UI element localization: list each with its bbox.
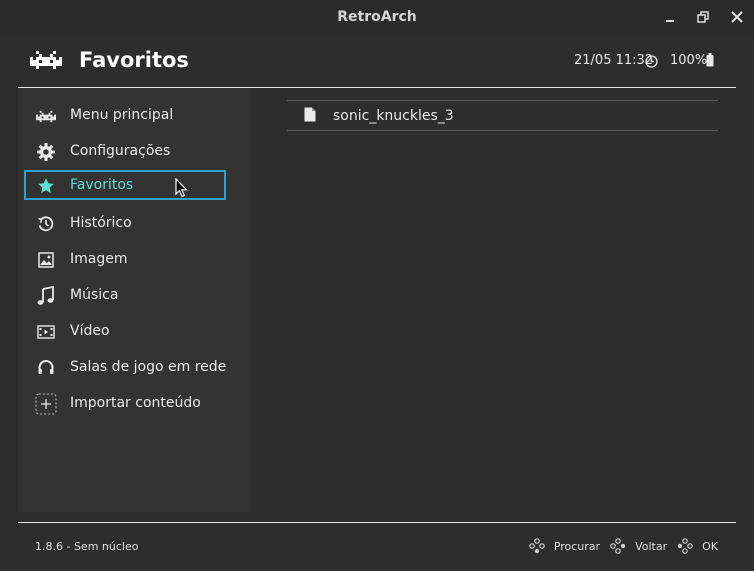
sidebar-item-label: Música (70, 287, 119, 303)
footer-actions: Procurar Voltar OK (519, 538, 718, 554)
window-title: RetroArch (337, 9, 417, 25)
version-text: 1.8.6 - Sem núcleo (35, 540, 139, 553)
window-titlebar: RetroArch (0, 0, 754, 35)
page-title: Favoritos (79, 48, 189, 72)
retroarch-app: Favoritos 21/05 11:32 100% Menu principa… (0, 35, 754, 571)
sidebar-item-label: Importar conteúdo (70, 395, 201, 411)
sidebar-item-favorites[interactable]: Favoritos (24, 170, 226, 200)
minimize-button[interactable] (661, 8, 679, 26)
list-divider (287, 130, 718, 131)
ok-action-label: OK (702, 539, 718, 553)
sidebar-item-label: Salas de jogo em rede (70, 359, 227, 375)
close-icon (731, 11, 743, 23)
restore-icon (697, 11, 709, 23)
file-icon (304, 107, 316, 126)
datetime-text: 21/05 11:32 (574, 53, 654, 68)
gear-icon (36, 142, 56, 162)
sidebar-item-history[interactable]: Histórico (24, 208, 226, 238)
back-action-label: Voltar (635, 539, 668, 553)
video-icon (36, 322, 56, 342)
sidebar-item-image[interactable]: Imagem (24, 244, 226, 274)
sidebar-item-import-content[interactable]: Importar conteúdo (24, 388, 226, 418)
clock-icon (645, 53, 658, 72)
sidebar-item-netplay[interactable]: Salas de jogo em rede (24, 352, 226, 382)
invader-icon (30, 51, 62, 73)
sidebar-item-main-menu[interactable]: Menu principal (24, 100, 226, 130)
mouse-cursor-icon (175, 177, 188, 202)
sidebar-item-music[interactable]: Música (24, 280, 226, 310)
sidebar-item-video[interactable]: Vídeo (24, 316, 226, 346)
invader-icon (36, 106, 56, 126)
search-action-button[interactable]: Procurar (529, 538, 600, 554)
sidebar-item-label: Menu principal (70, 107, 174, 123)
battery-icon (706, 52, 714, 71)
battery-text: 100% (670, 53, 708, 68)
netplay-icon (36, 358, 56, 378)
sidebar-item-label: Histórico (70, 215, 132, 231)
gamepad-dpad-icon (610, 538, 626, 554)
gamepad-dpad-icon (529, 538, 545, 554)
sidebar: Menu principal Configurações Favoritos H… (18, 88, 251, 512)
music-icon (36, 286, 56, 306)
sidebar-item-label: Configurações (70, 143, 171, 159)
add-icon (34, 392, 58, 416)
header: Favoritos 21/05 11:32 100% (0, 35, 754, 87)
star-icon (36, 176, 56, 196)
search-action-label: Procurar (553, 539, 601, 553)
sidebar-item-settings[interactable]: Configurações (24, 136, 226, 166)
footer-divider (18, 522, 736, 523)
ok-action-button[interactable]: OK (677, 538, 718, 554)
maximize-button[interactable] (694, 8, 712, 26)
back-action-button[interactable]: Voltar (610, 538, 667, 554)
minimize-icon (666, 20, 674, 22)
list-item-label: sonic_knuckles_3 (333, 108, 454, 124)
history-icon (36, 214, 56, 234)
gamepad-dpad-icon (677, 538, 693, 554)
sidebar-item-label: Vídeo (70, 323, 110, 339)
list-item[interactable]: sonic_knuckles_3 (287, 101, 718, 130)
sidebar-item-label: Favoritos (70, 177, 134, 193)
image-icon (36, 250, 56, 270)
close-button[interactable] (728, 8, 746, 26)
sidebar-item-label: Imagem (70, 251, 128, 267)
